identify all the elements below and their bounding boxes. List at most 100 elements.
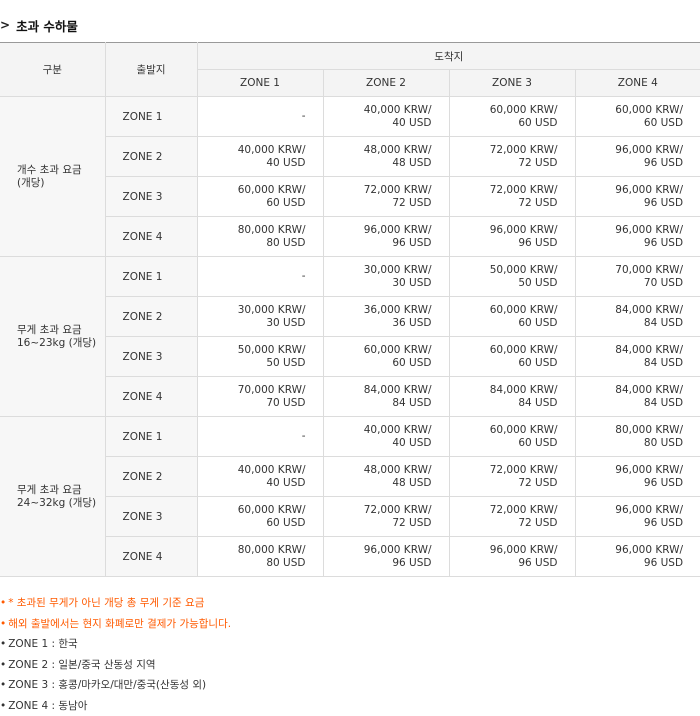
fee-cell: 96,000 KRW/96 USD	[323, 537, 449, 577]
fee-amount: 70,000 KRW/	[198, 384, 306, 397]
fee-cell: 40,000 KRW/40 USD	[197, 457, 323, 497]
note-item: •ZONE 1 : 한국	[0, 634, 700, 655]
header-category: 구분	[0, 43, 105, 97]
fee-amount: 36 USD	[324, 317, 432, 330]
departure-zone: ZONE 3	[105, 337, 197, 377]
departure-zone: ZONE 2	[105, 297, 197, 337]
fee-amount: 30,000 KRW/	[198, 304, 306, 317]
bullet-dot-icon: •	[0, 634, 6, 655]
fee-cell: 60,000 KRW/60 USD	[197, 497, 323, 537]
table-row: ZONE 480,000 KRW/80 USD96,000 KRW/96 USD…	[0, 217, 700, 257]
fee-amount: 40,000 KRW/	[324, 104, 432, 117]
fee-cell: 96,000 KRW/96 USD	[575, 137, 700, 177]
fee-cell: 60,000 KRW/60 USD	[323, 337, 449, 377]
bullet-dot-icon: •	[0, 593, 6, 614]
fee-amount: 40 USD	[198, 477, 306, 490]
fee-amount: -	[198, 270, 306, 283]
fee-amount: 96,000 KRW/	[576, 544, 684, 557]
fee-cell: 84,000 KRW/84 USD	[575, 297, 700, 337]
fee-category-label: 무게 초과 요금16~23kg (개당)	[0, 257, 105, 417]
fee-category-line: 개수 초과 요금	[17, 164, 105, 177]
fee-amount: 60 USD	[198, 517, 306, 530]
fee-amount: 48,000 KRW/	[324, 144, 432, 157]
fee-amount: 70 USD	[576, 277, 684, 290]
fee-cell: 96,000 KRW/96 USD	[575, 457, 700, 497]
fee-cell: 60,000 KRW/60 USD	[449, 97, 575, 137]
note-item: •ZONE 4 : 동남아	[0, 696, 700, 716]
fee-cell: 72,000 KRW/72 USD	[449, 497, 575, 537]
note-text: ZONE 2 : 일본/중국 산동성 지역	[8, 659, 155, 671]
fee-cell: 60,000 KRW/60 USD	[449, 297, 575, 337]
fee-amount: 72 USD	[450, 517, 558, 530]
fee-cell: 72,000 KRW/72 USD	[323, 177, 449, 217]
fee-cell: 96,000 KRW/96 USD	[575, 537, 700, 577]
note-text: * 초과된 무게가 아닌 개당 총 무게 기준 요금	[8, 597, 204, 609]
header-arrival-zone: ZONE 3	[449, 70, 575, 97]
header-arrival-zone: ZONE 4	[575, 70, 700, 97]
note-item: •ZONE 2 : 일본/중국 산동성 지역	[0, 655, 700, 676]
section-title: > 초과 수하물	[0, 14, 78, 36]
fee-amount: 70,000 KRW/	[576, 264, 684, 277]
fee-amount: 80,000 KRW/	[198, 224, 306, 237]
note-text: ZONE 1 : 한국	[8, 638, 78, 650]
fee-amount: 80 USD	[198, 557, 306, 570]
fee-cell: 84,000 KRW/84 USD	[575, 377, 700, 417]
fee-cell: 96,000 KRW/96 USD	[449, 537, 575, 577]
fee-amount: 96 USD	[450, 557, 558, 570]
fee-amount: 96 USD	[576, 477, 684, 490]
table-row: 개수 초과 요금(개당)ZONE 1-40,000 KRW/40 USD60,0…	[0, 97, 700, 137]
fee-amount: 40 USD	[324, 437, 432, 450]
fee-amount: 84 USD	[576, 317, 684, 330]
fee-category-line: 무게 초과 요금	[17, 484, 105, 497]
table-row: 무게 초과 요금16~23kg (개당)ZONE 1-30,000 KRW/30…	[0, 257, 700, 297]
fee-cell: 72,000 KRW/72 USD	[449, 457, 575, 497]
departure-zone: ZONE 1	[105, 417, 197, 457]
fee-amount: 96,000 KRW/	[324, 224, 432, 237]
fee-amount: 60,000 KRW/	[576, 104, 684, 117]
fee-amount: 60,000 KRW/	[324, 344, 432, 357]
fee-amount: 84 USD	[576, 357, 684, 370]
fee-amount: 84 USD	[324, 397, 432, 410]
fee-cell: -	[197, 257, 323, 297]
header-arrival-zone: ZONE 1	[197, 70, 323, 97]
fee-amount: 72,000 KRW/	[324, 184, 432, 197]
note-text: ZONE 3 : 홍콩/마카오/대만/중국(산동성 외)	[8, 679, 206, 691]
fee-cell: 80,000 KRW/80 USD	[575, 417, 700, 457]
fee-cell: 96,000 KRW/96 USD	[575, 497, 700, 537]
fee-amount: 50 USD	[450, 277, 558, 290]
fee-cell: 50,000 KRW/50 USD	[197, 337, 323, 377]
chevron-right-icon: >	[0, 18, 10, 32]
table-row: ZONE 230,000 KRW/30 USD36,000 KRW/36 USD…	[0, 297, 700, 337]
fee-amount: 48 USD	[324, 477, 432, 490]
fee-amount: 30 USD	[198, 317, 306, 330]
fee-amount: 84,000 KRW/	[576, 384, 684, 397]
fee-amount: 60,000 KRW/	[450, 424, 558, 437]
table-row: ZONE 360,000 KRW/60 USD72,000 KRW/72 USD…	[0, 177, 700, 217]
fee-amount: 84,000 KRW/	[324, 384, 432, 397]
table-row: ZONE 480,000 KRW/80 USD96,000 KRW/96 USD…	[0, 537, 700, 577]
bullet-dot-icon: •	[0, 614, 6, 635]
notes-list: •* 초과된 무게가 아닌 개당 총 무게 기준 요금•해외 출발에서는 현지 …	[0, 593, 700, 716]
fee-amount: 40 USD	[324, 117, 432, 130]
fee-amount: 72 USD	[450, 197, 558, 210]
excess-baggage-fee-table: 구분 출발지 도착지 ZONE 1 ZONE 2 ZONE 3 ZONE 4 개…	[0, 42, 700, 577]
fee-cell: 96,000 KRW/96 USD	[323, 217, 449, 257]
fee-amount: 96,000 KRW/	[576, 224, 684, 237]
fee-amount: 60,000 KRW/	[450, 304, 558, 317]
table-row: ZONE 240,000 KRW/40 USD48,000 KRW/48 USD…	[0, 137, 700, 177]
fee-amount: 60 USD	[450, 317, 558, 330]
fee-amount: 40,000 KRW/	[198, 144, 306, 157]
fee-category-label: 무게 초과 요금24~32kg (개당)	[0, 417, 105, 577]
fee-amount: 60,000 KRW/	[450, 104, 558, 117]
fee-amount: 72,000 KRW/	[450, 504, 558, 517]
fee-amount: 60,000 KRW/	[198, 504, 306, 517]
fee-amount: 40 USD	[198, 157, 306, 170]
header-arrival: 도착지	[197, 43, 700, 70]
bullet-dot-icon: •	[0, 655, 6, 676]
fee-amount: 72,000 KRW/	[450, 144, 558, 157]
fee-cell: 30,000 KRW/30 USD	[197, 297, 323, 337]
fee-amount: 40,000 KRW/	[324, 424, 432, 437]
departure-zone: ZONE 1	[105, 257, 197, 297]
fee-amount: 50 USD	[198, 357, 306, 370]
fee-amount: 60 USD	[450, 437, 558, 450]
